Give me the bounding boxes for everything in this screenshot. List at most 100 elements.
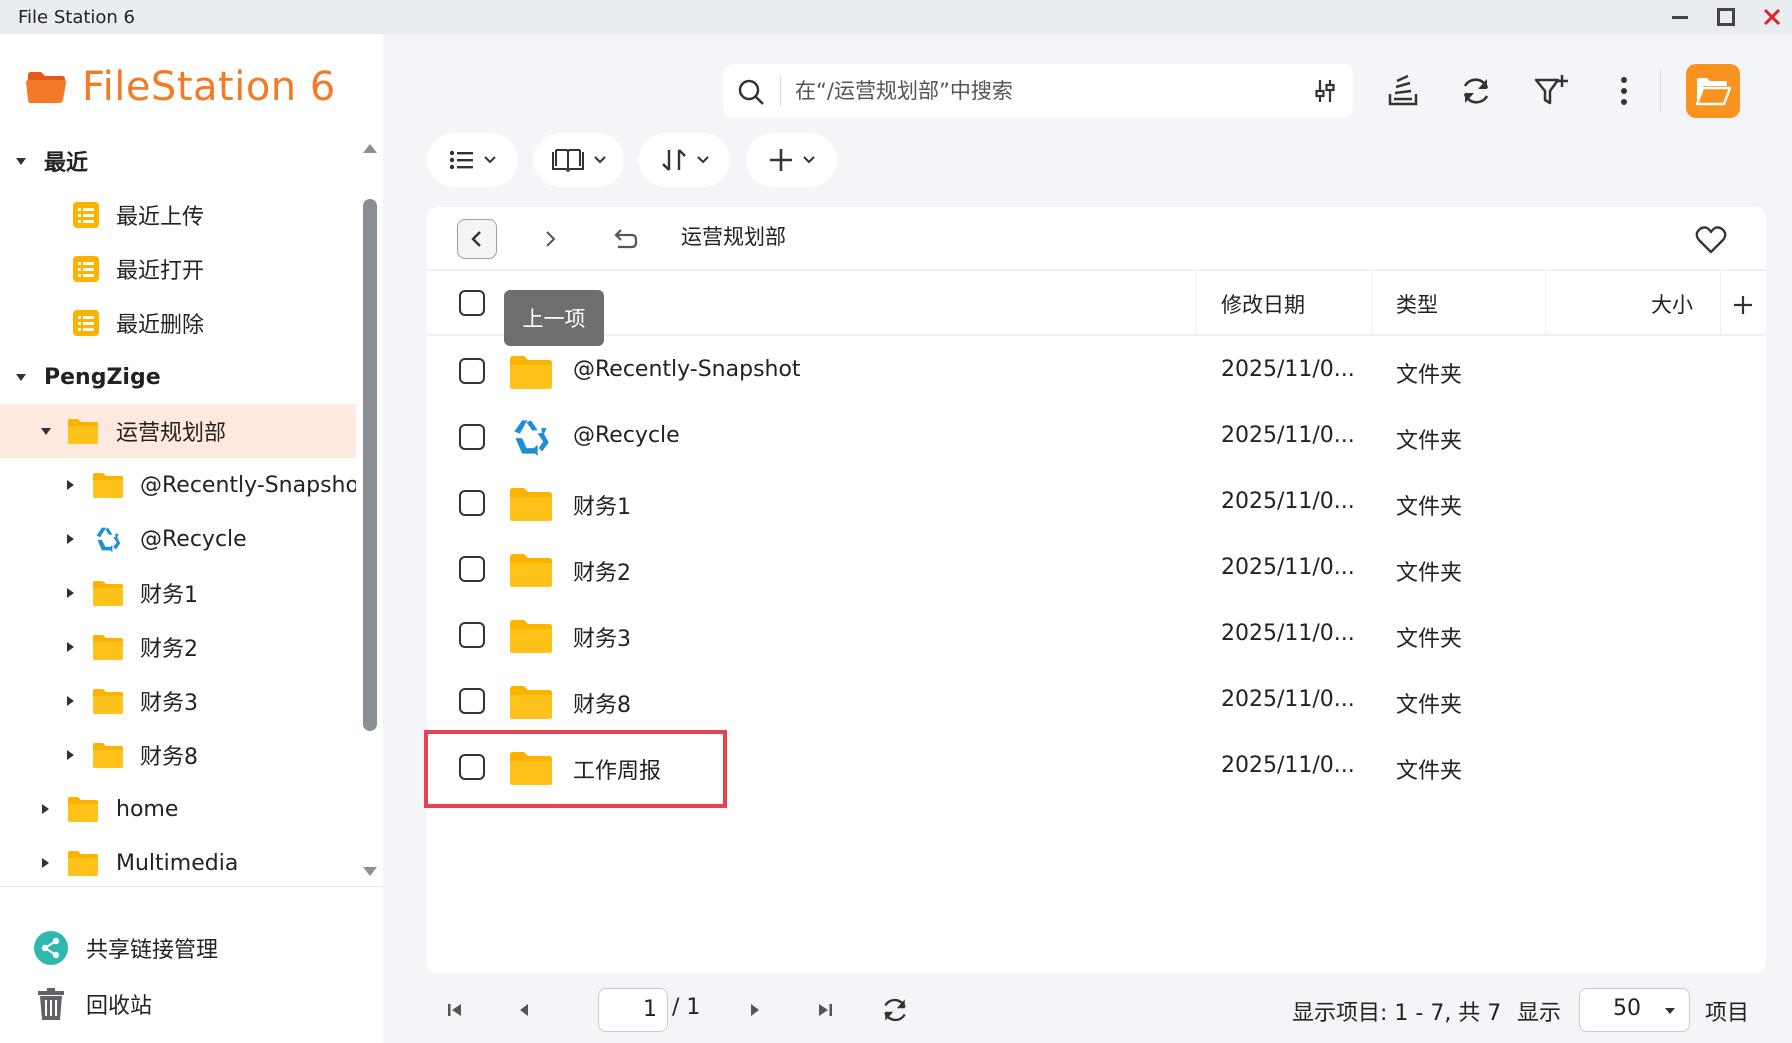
caret-right-icon[interactable] bbox=[67, 480, 74, 490]
tree-label: Multimedia bbox=[116, 850, 239, 876]
tree-item-yunying[interactable]: 运营规划部 bbox=[0, 404, 356, 458]
header-divider bbox=[427, 269, 1766, 271]
tree-label: 财务1 bbox=[140, 583, 198, 608]
caret-down-icon[interactable] bbox=[16, 373, 26, 381]
undo-arrow-icon bbox=[614, 229, 638, 249]
tree-item-recent-open[interactable]: 最近打开 bbox=[0, 242, 356, 296]
view-mode-button[interactable] bbox=[427, 133, 518, 187]
up-level-button[interactable] bbox=[604, 219, 644, 259]
add-filter-button[interactable] bbox=[1529, 69, 1573, 113]
refresh-button[interactable] bbox=[1454, 69, 1498, 113]
create-button[interactable] bbox=[746, 133, 837, 187]
tree-item-home[interactable]: home bbox=[0, 782, 356, 836]
file-type: 文件夹 bbox=[1396, 561, 1463, 586]
scroll-up-arrow[interactable] bbox=[363, 144, 377, 153]
tree-item-recent-delete[interactable]: 最近删除 bbox=[0, 296, 356, 350]
share-link-management[interactable]: 共享链接管理 bbox=[34, 928, 218, 968]
add-column-icon[interactable] bbox=[1731, 293, 1755, 317]
table-row[interactable]: 财务3 2025/11/0... 文件夹 bbox=[427, 601, 1766, 667]
page-number-input[interactable]: 1 bbox=[598, 988, 668, 1032]
caret-right-icon[interactable] bbox=[67, 696, 74, 706]
filter-settings-icon[interactable] bbox=[1311, 77, 1339, 105]
page-size-select[interactable]: 50 bbox=[1579, 988, 1690, 1032]
last-page-icon bbox=[819, 1004, 832, 1016]
folder-tree: 最近 最近上传 最近打开 最近删除 PengZige 运营规划部 @Recent… bbox=[0, 134, 356, 886]
recycle-bin-label: 回收站 bbox=[86, 994, 153, 1019]
file-date: 2025/11/0... bbox=[1221, 357, 1355, 382]
more-button[interactable] bbox=[1602, 69, 1646, 113]
tree-item-multimedia[interactable]: Multimedia bbox=[0, 836, 356, 886]
column-separator bbox=[1371, 271, 1372, 335]
prev-page-button[interactable] bbox=[507, 993, 541, 1027]
minimize-button[interactable] bbox=[1668, 5, 1692, 29]
maximize-button[interactable] bbox=[1714, 5, 1738, 29]
tree-item-recent-upload[interactable]: 最近上传 bbox=[0, 188, 356, 242]
table-row[interactable]: @Recycle 2025/11/0... 文件夹 bbox=[427, 403, 1766, 469]
search-icon[interactable] bbox=[737, 78, 765, 106]
column-separator bbox=[1196, 271, 1197, 335]
table-row[interactable]: 财务1 2025/11/0... 文件夹 bbox=[427, 469, 1766, 535]
tree-item-caiwu1[interactable]: 财务1 bbox=[0, 566, 356, 620]
caret-down-icon[interactable] bbox=[41, 427, 51, 435]
folder-icon bbox=[68, 419, 98, 444]
list-icon bbox=[73, 256, 99, 282]
refresh-list-button[interactable] bbox=[878, 993, 912, 1027]
tree-item-caiwu2[interactable]: 财务2 bbox=[0, 620, 356, 674]
back-button[interactable] bbox=[457, 219, 497, 259]
row-checkbox[interactable] bbox=[459, 424, 485, 450]
maximize-icon bbox=[1717, 8, 1735, 26]
back-tooltip: 上一项 bbox=[504, 290, 604, 346]
recycle-bin-link[interactable]: 回收站 bbox=[34, 984, 152, 1024]
table-row[interactable]: @Recently-Snapshot 2025/11/0... 文件夹 bbox=[427, 337, 1766, 403]
row-checkbox[interactable] bbox=[459, 688, 485, 714]
logo-text: FileStation 6 bbox=[82, 64, 336, 110]
tree-item-caiwu8[interactable]: 财务8 bbox=[0, 728, 356, 782]
row-checkbox[interactable] bbox=[459, 490, 485, 516]
row-checkbox[interactable] bbox=[459, 556, 485, 582]
highlight-annotation bbox=[424, 730, 727, 808]
favorite-heart-icon[interactable] bbox=[1695, 225, 1727, 255]
column-size[interactable]: 大小 bbox=[1651, 289, 1693, 319]
reading-mode-button[interactable] bbox=[533, 133, 624, 187]
search-bar bbox=[723, 64, 1353, 118]
caret-right-icon[interactable] bbox=[42, 804, 49, 814]
sort-button[interactable] bbox=[639, 133, 730, 187]
folder-icon bbox=[510, 686, 552, 719]
current-path: 运营规划部 bbox=[681, 225, 786, 249]
close-button[interactable] bbox=[1760, 5, 1784, 29]
column-type[interactable]: 类型 bbox=[1396, 289, 1438, 319]
filestation-logo-icon bbox=[26, 72, 67, 103]
forward-button[interactable] bbox=[530, 219, 570, 259]
open-folder-button[interactable] bbox=[1686, 64, 1740, 118]
caret-right-icon[interactable] bbox=[42, 858, 49, 868]
column-modified-date[interactable]: 修改日期 bbox=[1221, 289, 1305, 319]
tree-item-recently-snapshot[interactable]: @Recently-Snapshot bbox=[0, 458, 356, 512]
tree-label: 最近打开 bbox=[116, 259, 205, 284]
tree-section-recent[interactable]: 最近 bbox=[0, 134, 356, 188]
caret-right-icon[interactable] bbox=[67, 534, 74, 544]
last-page-button[interactable] bbox=[808, 993, 842, 1027]
window-title: File Station 6 bbox=[18, 6, 136, 28]
search-input[interactable] bbox=[795, 74, 1265, 108]
select-all-checkbox[interactable] bbox=[459, 290, 485, 316]
row-checkbox[interactable] bbox=[459, 622, 485, 648]
table-row[interactable]: 财务2 2025/11/0... 文件夹 bbox=[427, 535, 1766, 601]
first-page-button[interactable] bbox=[438, 993, 472, 1027]
trash-icon bbox=[38, 988, 64, 1020]
scroll-down-arrow[interactable] bbox=[363, 867, 377, 876]
caret-down-icon[interactable] bbox=[16, 157, 26, 165]
tree-section-pengzige[interactable]: PengZige bbox=[0, 350, 356, 404]
next-page-button[interactable] bbox=[738, 993, 772, 1027]
folder-icon bbox=[510, 356, 552, 389]
sidebar-scrollbar[interactable] bbox=[363, 199, 377, 731]
caret-right-icon[interactable] bbox=[67, 588, 74, 598]
tasks-button[interactable] bbox=[1381, 69, 1425, 113]
tree-item-recycle[interactable]: @Recycle bbox=[0, 512, 356, 566]
row-checkbox[interactable] bbox=[459, 358, 485, 384]
file-name: 财务3 bbox=[573, 627, 631, 652]
caret-right-icon[interactable] bbox=[67, 750, 74, 760]
title-bar: File Station 6 bbox=[0, 0, 1792, 34]
tree-item-caiwu3[interactable]: 财务3 bbox=[0, 674, 356, 728]
table-row[interactable]: 财务8 2025/11/0... 文件夹 bbox=[427, 667, 1766, 733]
caret-right-icon[interactable] bbox=[67, 642, 74, 652]
